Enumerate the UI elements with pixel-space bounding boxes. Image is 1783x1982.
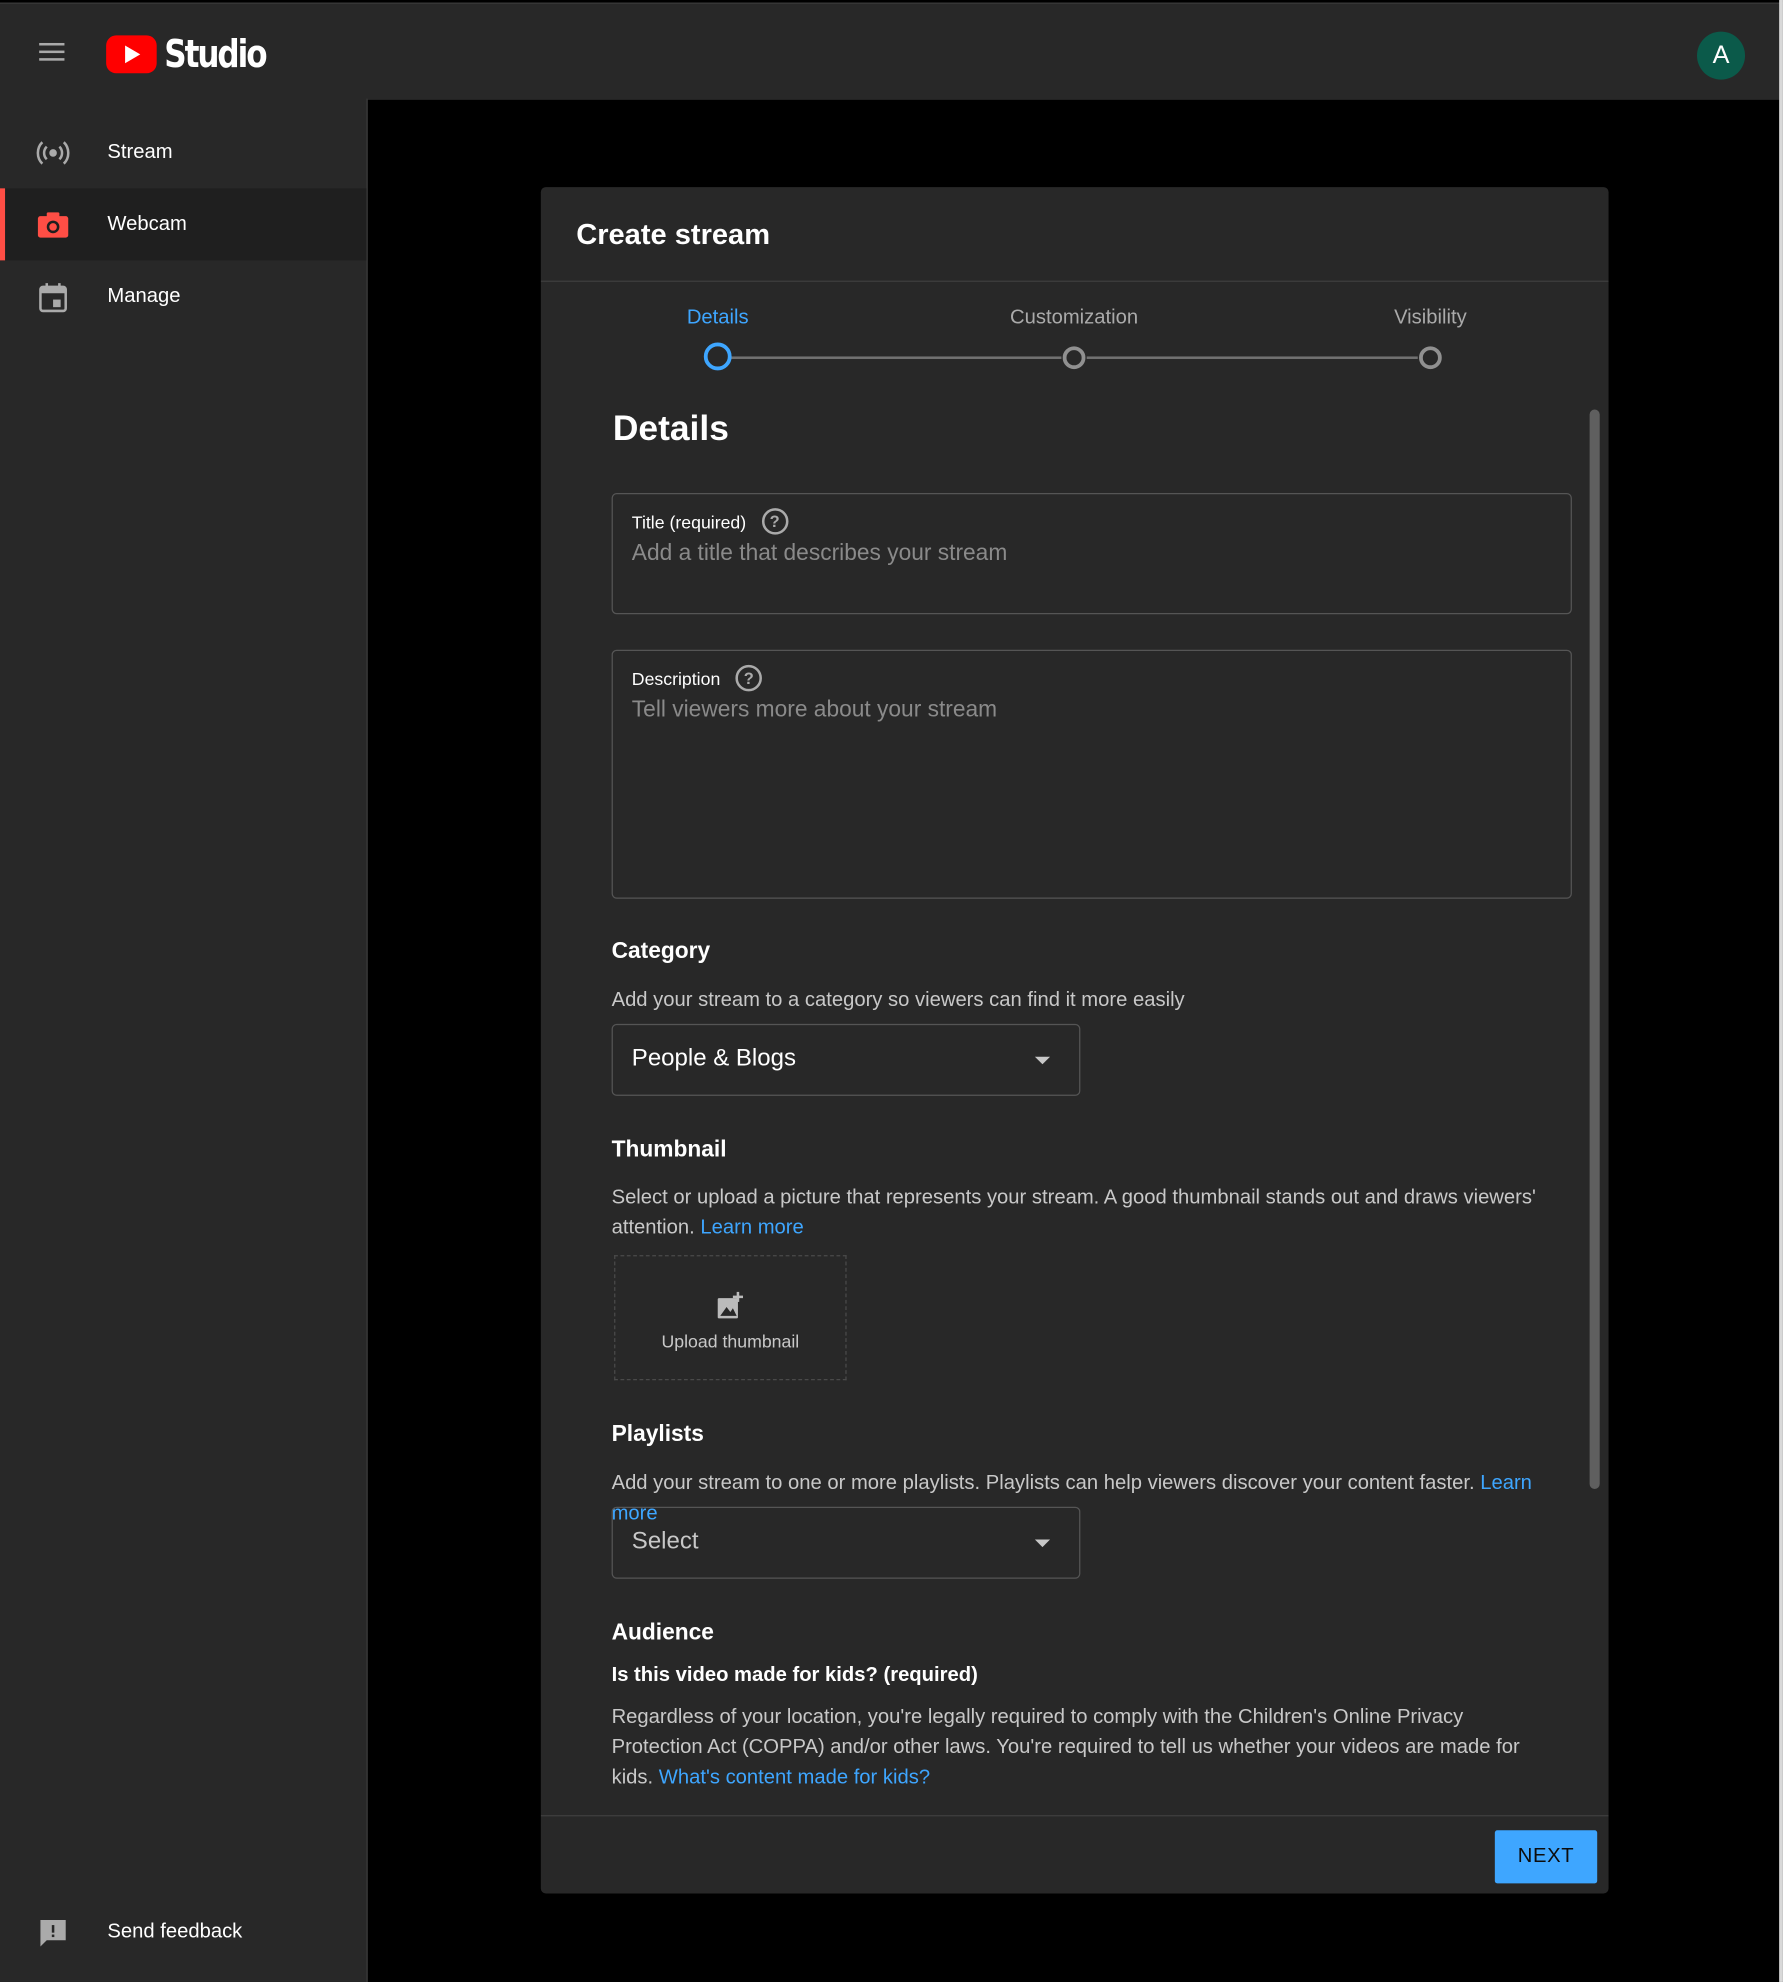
avatar[interactable]: A: [1697, 31, 1746, 80]
camera-icon: [37, 211, 69, 238]
title-input[interactable]: Add a title that describes your stream: [632, 540, 1552, 567]
description-field-label: Description ?: [631, 664, 762, 692]
chevron-down-icon: [1034, 1056, 1051, 1065]
playlists-value: Select: [631, 1528, 699, 1555]
category-text: Add your stream to a category so viewers…: [611, 989, 1185, 1012]
section-title: Details: [612, 408, 729, 448]
step-connector: [730, 356, 1062, 359]
playlists-heading: Playlists: [611, 1420, 704, 1447]
sidebar-item-label: Manage: [107, 285, 181, 307]
scrollbar[interactable]: [1589, 409, 1600, 1489]
window-edge: [1779, 0, 1783, 1982]
screen: Studio A Stream Webcam Manage Send feedb…: [0, 0, 1783, 1982]
sidebar: Stream Webcam Manage Send feedback: [0, 98, 368, 1982]
step-visibility[interactable]: Visibility: [1394, 307, 1467, 330]
upload-thumbnail-button[interactable]: Upload thumbnail: [614, 1255, 847, 1381]
studio-logo[interactable]: Studio: [106, 32, 288, 77]
sidebar-item-stream[interactable]: Stream: [0, 116, 366, 188]
menu-icon[interactable]: [37, 39, 67, 64]
description-field[interactable]: Description ? Tell viewers more about yo…: [611, 649, 1572, 899]
send-feedback-button[interactable]: Send feedback: [0, 1899, 366, 1970]
title-field-label: Title (required) ?: [632, 508, 788, 535]
feedback-icon: [40, 1920, 66, 1947]
help-icon[interactable]: ?: [761, 508, 788, 535]
thumbnail-learn-more-link[interactable]: Learn more: [700, 1217, 803, 1238]
studio-app: Studio A Stream Webcam Manage Send feedb…: [0, 0, 1783, 1982]
title-field[interactable]: Title (required) ? Add a title that desc…: [611, 492, 1572, 615]
step-visibility-dot[interactable]: [1419, 346, 1442, 370]
create-stream-dialog: Create stream Details Customization Visi…: [540, 187, 1609, 1894]
thumbnail-text: Select or upload a picture that represen…: [612, 1183, 1560, 1244]
add-photo-icon: [717, 1291, 743, 1319]
calendar-icon: [39, 282, 67, 312]
category-select[interactable]: People & Blogs: [611, 1023, 1081, 1096]
logo-text: Studio: [164, 32, 267, 77]
step-connector: [1086, 356, 1418, 359]
title-label-text: Title (required): [631, 511, 747, 532]
sidebar-item-webcam[interactable]: Webcam: [0, 188, 367, 261]
sidebar-item-manage[interactable]: Manage: [0, 260, 366, 332]
thumbnail-heading: Thumbnail: [611, 1136, 727, 1162]
audience-heading: Audience: [611, 1619, 714, 1645]
dialog-footer: NEXT: [540, 1815, 1609, 1893]
details-form: Details Title (required) ? Add a title t…: [541, 383, 1609, 1814]
help-icon[interactable]: ?: [735, 664, 762, 692]
description-label-text: Description: [631, 668, 721, 689]
chevron-down-icon: [1034, 1539, 1051, 1548]
playlists-select[interactable]: Select: [611, 1506, 1081, 1579]
made-for-kids-link[interactable]: What's content made for kids?: [659, 1767, 930, 1788]
next-button[interactable]: NEXT: [1494, 1830, 1598, 1884]
send-feedback-label: Send feedback: [107, 1921, 243, 1943]
audience-text: Regardless of your location, you're lega…: [612, 1703, 1560, 1794]
audience-question: Is this video made for kids? (required): [611, 1664, 978, 1687]
app-canvas: Studio A Stream Webcam Manage Send feedb…: [0, 0, 1783, 1982]
dialog-title: Create stream: [576, 217, 771, 251]
category-value: People & Blogs: [631, 1045, 796, 1072]
dialog-header: Create stream: [540, 187, 1609, 282]
top-bar: Studio A: [0, 2, 1783, 100]
sidebar-item-label: Webcam: [107, 212, 187, 235]
description-input[interactable]: Tell viewers more about your stream: [632, 696, 1552, 723]
stream-icon: [36, 140, 70, 164]
stepper: Details Customization Visibility: [541, 282, 1609, 383]
playlists-text-body: Add your stream to one or more playlists…: [611, 1472, 1475, 1495]
youtube-play-icon: [106, 35, 157, 74]
step-customization[interactable]: Customization: [1010, 307, 1138, 330]
sidebar-item-label: Stream: [107, 140, 173, 163]
step-details-dot[interactable]: [703, 342, 732, 371]
step-details[interactable]: Details: [687, 307, 749, 330]
step-customization-dot[interactable]: [1062, 346, 1086, 370]
upload-thumbnail-label: Upload thumbnail: [661, 1330, 800, 1352]
category-heading: Category: [611, 937, 711, 964]
